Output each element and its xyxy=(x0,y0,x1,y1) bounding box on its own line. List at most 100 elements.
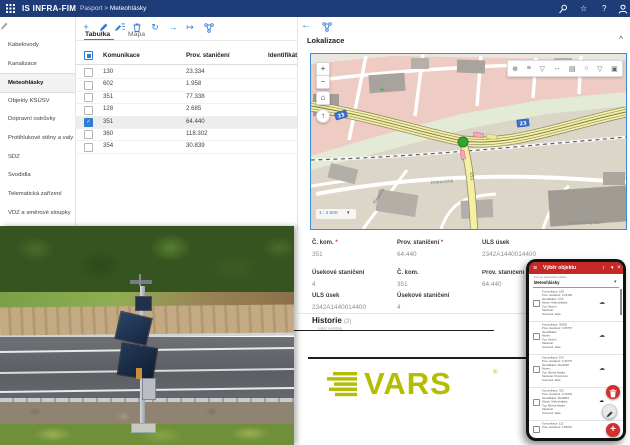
pin-icon[interactable] xyxy=(558,4,568,14)
filter-funnel-icon[interactable]: ▼ xyxy=(610,265,614,270)
table-row[interactable]: 35430.839 xyxy=(75,140,297,153)
cloud-sync-icon[interactable]: ☁ xyxy=(599,299,605,306)
app-grid-icon[interactable] xyxy=(6,4,15,13)
breadcrumb-current: Meteohlásky xyxy=(110,5,147,12)
phone-list-item[interactable]: Komunikace: 35428 Prov. staničení: 3.057… xyxy=(529,321,623,355)
field-value-c-kom-2[interactable]: 351 xyxy=(397,281,408,288)
field-label-c-kom: Č. kom. * xyxy=(312,240,338,246)
refresh-button[interactable]: ↻ xyxy=(149,21,161,33)
svg-text:23: 23 xyxy=(519,120,527,127)
table-row[interactable]: 13023.334 xyxy=(75,66,297,79)
move-forward-button[interactable]: → xyxy=(167,21,179,33)
scale-caret-icon[interactable]: ▾ xyxy=(347,210,350,216)
cloud-sync-icon[interactable]: ☁ xyxy=(599,332,605,339)
phone-title: Výběr objektu xyxy=(543,265,576,271)
field-value-prov-staniceni-2[interactable]: 64.440 xyxy=(482,281,502,288)
legend-icon[interactable]: ≡ xyxy=(527,65,531,72)
map-canvas[interactable]: 23 23 351 Hrotovická Riegrova + xyxy=(311,54,626,229)
breadcrumb[interactable]: Pasport > Meteohlásky xyxy=(80,5,146,12)
row-checkbox[interactable] xyxy=(84,143,93,152)
bulk-edit-button[interactable] xyxy=(115,23,125,32)
table-row[interactable]: 1282.685 xyxy=(75,103,297,116)
sidebar-item-dopravni-ostruvky[interactable]: Dopravní ostrůvky xyxy=(0,110,75,128)
phone-scrollbar[interactable] xyxy=(620,289,622,315)
basemap-icon[interactable]: ⊕ xyxy=(512,65,518,73)
item-checkbox[interactable] xyxy=(533,300,540,307)
collapse-chevron-icon[interactable]: ^ xyxy=(619,36,623,43)
map-compass-button[interactable]: ↑ xyxy=(316,109,330,123)
row-checkbox[interactable] xyxy=(84,106,93,115)
sidebar-item-telematicka-zarizeni[interactable]: Telematická zařízení xyxy=(0,185,75,203)
map-marker[interactable] xyxy=(458,137,468,147)
row-checkbox-checked[interactable]: ✓ xyxy=(84,118,93,127)
measure-icon[interactable]: ↔ xyxy=(553,65,560,72)
sidebar-item-kabelovody[interactable]: Kabelovody xyxy=(0,36,75,54)
column-header-komunikace[interactable]: Komunikace xyxy=(103,49,140,63)
phone-list-item[interactable]: Komunikace: 575 Prov. staničení: 3.30779… xyxy=(529,354,623,388)
phone-list-item[interactable]: Komunikace: 108 Prov. staničení: 2.24169… xyxy=(529,288,623,322)
dropdown-caret-icon[interactable]: ▾ xyxy=(614,279,617,285)
history-section-title[interactable]: Historie (2) xyxy=(312,316,351,325)
column-header-identifikator[interactable]: Identifikátor xyxy=(268,49,297,63)
item-checkbox[interactable] xyxy=(533,399,540,406)
map-home-button[interactable]: ⌂ xyxy=(316,91,330,105)
share-panel-button[interactable] xyxy=(322,22,332,32)
row-checkbox[interactable] xyxy=(84,68,93,77)
item-checkbox[interactable] xyxy=(533,333,540,340)
map-zoom-out-button[interactable]: − xyxy=(316,75,330,89)
app-title: IS INFRA-FIM xyxy=(22,4,76,13)
filter-icon[interactable]: ▽ xyxy=(539,65,544,73)
cloud-sync-icon[interactable]: ☁ xyxy=(599,365,605,372)
sidebar-item-vdz-sloupky[interactable]: VDZ a směrové sloupky xyxy=(0,204,75,222)
sidebar-item-protihlukove-steny[interactable]: Protihlukové stěny a valy xyxy=(0,129,75,147)
sidebar-item-svodidla[interactable]: Svodidla xyxy=(0,166,75,184)
row-checkbox[interactable] xyxy=(84,81,93,90)
help-icon[interactable]: ? xyxy=(602,4,606,13)
photo-equipment-cabinet xyxy=(142,378,156,400)
move-to-end-button[interactable]: ↦ xyxy=(184,21,196,33)
sidebar-item-objekty-ksusv[interactable]: Objekty KSÚSV xyxy=(0,92,75,110)
fab-delete-button[interactable] xyxy=(606,385,620,399)
back-button[interactable]: ← xyxy=(301,20,311,31)
column-header-prov-staniceni[interactable]: Prov. staničení xyxy=(186,49,230,63)
map-toolbar: ⊕ ≡ ▽ ↔ ▤ ○ ▽ ▣ xyxy=(507,60,623,77)
edit-pin-icon[interactable] xyxy=(0,22,9,31)
user-icon[interactable] xyxy=(618,4,628,14)
field-value-uls-usek-2[interactable]: 2342A1440014400 xyxy=(312,304,392,311)
table-row[interactable]: 35177.338 xyxy=(75,91,297,104)
table-row-selected[interactable]: ✓35164.440 xyxy=(75,116,297,129)
select-icon[interactable]: ▽ xyxy=(597,65,602,73)
table-row[interactable]: 6021.958 xyxy=(75,78,297,91)
sidebar-item-kanalizace[interactable]: Kanalizace xyxy=(0,55,75,73)
field-value-uls-usek[interactable]: 2342A1440014400 xyxy=(482,251,592,258)
row-checkbox[interactable] xyxy=(84,130,93,139)
field-value-usekove-staniceni[interactable]: 4 xyxy=(312,281,316,288)
favorites-star-icon[interactable]: ☆ xyxy=(580,4,587,13)
field-value-c-kom[interactable]: 351 xyxy=(312,251,323,258)
field-value-usekove-staniceni-2[interactable]: 4 xyxy=(397,304,401,311)
cell-komunikace: 351 xyxy=(103,116,113,128)
phone-dropdown-value[interactable]: Meteohlásky xyxy=(534,280,560,285)
select-all-checkbox[interactable] xyxy=(84,51,93,60)
map-zoom-in-button[interactable]: + xyxy=(316,62,330,76)
map-container[interactable]: 23 23 351 Hrotovická Riegrova + + − ⌂ ↑ … xyxy=(310,53,627,230)
menu-icon[interactable]: ≡ xyxy=(533,265,537,272)
close-icon[interactable]: × xyxy=(617,264,621,271)
share-button[interactable] xyxy=(204,23,214,33)
print-icon[interactable]: ▣ xyxy=(611,65,618,73)
table-row[interactable]: 360118.302 xyxy=(75,128,297,141)
fab-add-button[interactable]: + xyxy=(606,423,620,437)
item-checkbox[interactable] xyxy=(533,426,540,433)
row-checkbox[interactable] xyxy=(84,93,93,102)
layers-icon[interactable]: ▤ xyxy=(569,65,576,73)
draw-icon[interactable]: ○ xyxy=(584,65,588,72)
item-checkbox[interactable] xyxy=(533,366,540,373)
cell-komunikace: 130 xyxy=(103,66,113,78)
breadcrumb-root[interactable]: Pasport xyxy=(80,5,102,12)
sidebar-item-sdz[interactable]: SDZ xyxy=(0,148,75,166)
fab-edit-button[interactable] xyxy=(602,404,617,419)
sort-icon[interactable]: ↕ xyxy=(602,265,605,271)
field-value-prov-staniceni[interactable]: 64.440 xyxy=(397,251,417,258)
map-scale-control[interactable]: 1 : 2 500 ▾ xyxy=(316,209,356,219)
sidebar-item-meteohlasky[interactable]: Meteohlásky xyxy=(0,73,75,93)
